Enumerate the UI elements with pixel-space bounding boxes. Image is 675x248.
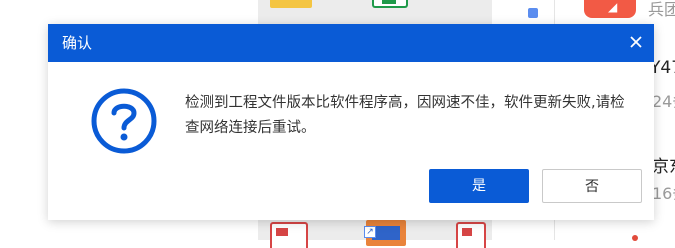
right-panel-top-text: 兵团 [648, 0, 675, 19]
close-icon [630, 36, 642, 48]
question-icon [89, 86, 159, 156]
notification-dot [632, 235, 638, 241]
right-panel-item-count: 24条 [652, 92, 675, 111]
spreadsheet-file-icon[interactable] [372, 0, 408, 8]
dialog-header: 确认 [48, 24, 654, 62]
file-icon[interactable] [528, 8, 538, 18]
shortcut-arrow-icon: ↗ [364, 226, 376, 238]
folder-icon[interactable] [270, 0, 312, 8]
app-logo-mark-icon: ◢ [608, 0, 618, 14]
no-button[interactable]: 否 [542, 169, 642, 203]
pdf-file-icon[interactable] [270, 222, 308, 248]
yes-button[interactable]: 是 [429, 169, 529, 203]
pdf-file-icon[interactable] [456, 222, 486, 248]
dialog-title: 确认 [62, 34, 93, 52]
confirm-dialog: 确认 检测到工程文件版本比软件程序高，因网速不佳，软件更新失败,请检查网络连接后… [48, 24, 654, 220]
close-button[interactable] [624, 30, 648, 54]
right-panel-item-count: 16条 [652, 184, 675, 203]
right-panel-item-title[interactable]: 京东 [652, 152, 675, 177]
dialog-message: 检测到工程文件版本比软件程序高，因网速不佳，软件更新失败,请检查网络连接后重试。 [185, 95, 625, 136]
